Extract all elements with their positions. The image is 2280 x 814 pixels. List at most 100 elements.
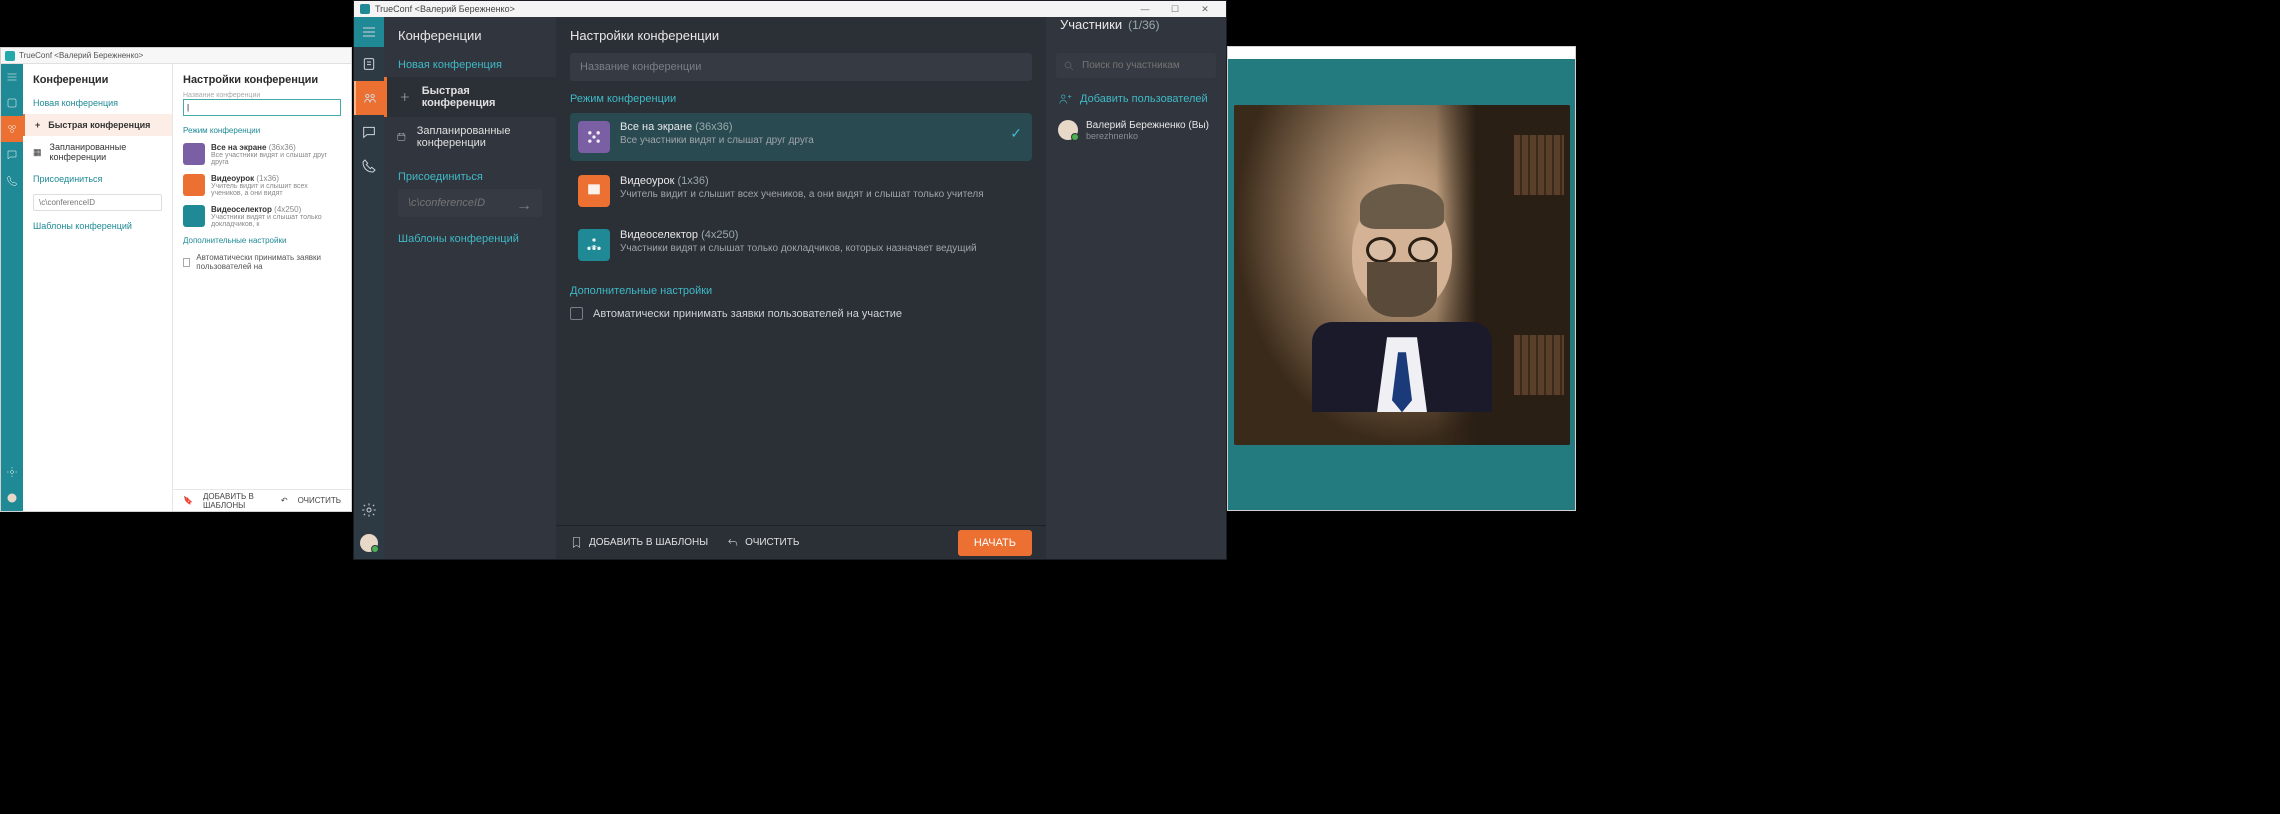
plus-icon: + [35, 120, 40, 130]
mode-title: Все на экране [620, 121, 692, 133]
settings-icon[interactable] [1, 459, 23, 485]
participants-search-input[interactable] [1056, 53, 1216, 78]
settings-panel-small: Настройки конференции Название конференц… [173, 64, 351, 511]
dialer-button[interactable] [354, 149, 384, 183]
quick-conference-item-small[interactable]: + Быстрая конференция [23, 114, 172, 136]
conferences-button[interactable] [354, 81, 384, 115]
mode-desc: Участники видят и слышат только докладчи… [620, 243, 977, 254]
scheduled-conferences-item-small[interactable]: ▦ Запланированные конференции [23, 136, 172, 168]
conferences-header-small: Конференции [23, 70, 172, 92]
mode-video-lesson[interactable]: Видеоурок (1x36) Учитель видит и слышит … [570, 167, 1032, 215]
conference-name-input-small[interactable] [183, 99, 341, 116]
avatar-icon [360, 534, 378, 552]
name-label-small: Название конференции [173, 92, 351, 99]
additional-settings-header: Дополнительные настройки [556, 275, 1046, 303]
titlebar-main: TrueConf <Валерий Бережненко> — ☐ ✕ [354, 1, 1226, 17]
add-template-btn-small[interactable]: ДОБАВИТЬ В ШАБЛОНЫ [203, 492, 271, 510]
conferences-header: Конференции [384, 17, 556, 53]
clear-button[interactable]: ОЧИСТИТЬ [726, 536, 799, 549]
start-conference-button[interactable]: НАЧАТЬ [958, 530, 1032, 556]
avatar-small-icon[interactable] [1, 485, 23, 511]
user-id: berezhnenko [1086, 131, 1209, 141]
participant-row[interactable]: Валерий Бережненко (Вы) berezhnenko [1046, 116, 1226, 145]
checkbox-icon[interactable] [183, 258, 190, 267]
titlebar-small: TrueConf <Валерий Бережненко> [1, 48, 351, 64]
undo-icon [726, 536, 739, 549]
video-window [1227, 46, 1576, 511]
nav-rail-small [1, 64, 23, 511]
new-conference-link[interactable]: Новая конференция [384, 53, 556, 77]
addl-settings-small: Дополнительные настройки [173, 232, 351, 249]
mode-all-on-screen[interactable]: Все на экране (36x36) Все участники видя… [570, 113, 1032, 161]
bookmark-icon [570, 536, 583, 549]
quick-conference-item[interactable]: Быстрая конференция [384, 77, 556, 117]
conference-settings-panel: Настройки конференции Режим конференции … [556, 17, 1046, 559]
nav-rail-main [354, 17, 384, 559]
join-input-small[interactable] [33, 194, 162, 211]
user-name: Валерий Бережненко (Вы) [1086, 120, 1209, 131]
search-icon [1063, 60, 1075, 72]
background-window-small: TrueConf <Валерий Бережненко> Конференци… [0, 47, 352, 512]
participants-count: (1/36) [1128, 18, 1159, 32]
window-title-main: TrueConf <Валерий Бережненко> [375, 4, 515, 14]
checkbox-icon[interactable] [570, 307, 583, 320]
join-link-small[interactable]: Присоединиться [23, 168, 172, 190]
calendar-icon [396, 130, 407, 144]
checkmark-icon: ✓ [1010, 125, 1022, 142]
close-button[interactable]: ✕ [1190, 4, 1220, 15]
join-link[interactable]: Присоединиться [384, 165, 556, 189]
add-to-templates-button[interactable]: ДОБАВИТЬ В ШАБЛОНЫ [570, 536, 708, 549]
menu-icon[interactable] [1, 64, 23, 90]
scheduled-conferences-item[interactable]: Запланированные конференции [384, 117, 556, 157]
main-window: TrueConf <Валерий Бережненко> — ☐ ✕ Конф… [353, 0, 1227, 560]
new-conference-link-small[interactable]: Новая конференция [23, 92, 172, 114]
settings-button[interactable] [354, 493, 384, 527]
maximize-button[interactable]: ☐ [1160, 4, 1190, 15]
mode-all-small[interactable]: Все на экране (36x36)Все участники видят… [173, 139, 351, 170]
dialer-icon[interactable] [1, 168, 23, 194]
mode-size: (4x250) [701, 229, 738, 241]
minimize-button[interactable]: — [1130, 4, 1160, 14]
add-users-button[interactable]: Добавить пользователей [1046, 86, 1226, 116]
settings-header: Настройки конференции [556, 17, 1046, 53]
chat-button[interactable] [354, 115, 384, 149]
grid-mode-icon [578, 121, 610, 153]
hamburger-button[interactable] [354, 17, 384, 47]
conference-name-input[interactable] [570, 53, 1032, 81]
selector-mode-icon [183, 205, 205, 227]
participants-header: Участники [1060, 17, 1122, 32]
submit-arrow-icon[interactable]: → [516, 197, 532, 215]
mode-lesson-small[interactable]: Видеоурок (1x36)Учитель видит и слышит в… [173, 170, 351, 201]
chat-icon[interactable] [1, 142, 23, 168]
settings-footer: ДОБАВИТЬ В ШАБЛОНЫ ОЧИСТИТЬ НАЧАТЬ [556, 525, 1046, 559]
clear-btn-small[interactable]: ОЧИСТИТЬ [298, 496, 341, 505]
undo-icon: ↶ [281, 496, 288, 505]
auto-accept-row-small[interactable]: Автоматически принимать заявки пользоват… [173, 249, 351, 275]
mode-desc: Учитель видит и слышит всех учеников, а … [620, 189, 984, 200]
app-logo-icon [5, 51, 15, 61]
mode-desc: Все участники видят и слышат друг друга [620, 135, 814, 146]
templates-link[interactable]: Шаблоны конференций [384, 227, 556, 251]
mode-video-selector[interactable]: Видеоселектор (4x250) Участники видят и … [570, 221, 1032, 269]
selector-mode-icon [578, 229, 610, 261]
window-title-small: TrueConf <Валерий Бережненко> [19, 51, 143, 60]
mode-size: (36x36) [695, 121, 732, 133]
mode-title: Видеоселектор [620, 229, 698, 241]
lesson-mode-icon [183, 174, 205, 196]
lesson-mode-icon [578, 175, 610, 207]
left-panel-small: Конференции Новая конференция + Быстрая … [23, 64, 173, 511]
mode-title: Видеоурок [620, 175, 674, 187]
conferences-icon[interactable] [1, 116, 23, 142]
profile-avatar-button[interactable] [354, 527, 384, 559]
person-illustration [1312, 192, 1492, 412]
user-avatar-icon [1058, 120, 1078, 140]
addressbook-button[interactable] [354, 47, 384, 81]
conferences-panel: Конференции Новая конференция Быстрая ко… [384, 17, 556, 559]
auto-accept-checkbox-row[interactable]: Автоматически принимать заявки пользоват… [556, 303, 1046, 324]
addressbook-icon[interactable] [1, 90, 23, 116]
grid-mode-icon [183, 143, 205, 165]
titlebar-video [1228, 47, 1575, 59]
templates-link-small[interactable]: Шаблоны конференций [23, 215, 172, 237]
auto-accept-label: Автоматически принимать заявки пользоват… [593, 308, 902, 320]
mode-selector-small[interactable]: Видеоселектор (4x250)Участники видят и с… [173, 201, 351, 232]
